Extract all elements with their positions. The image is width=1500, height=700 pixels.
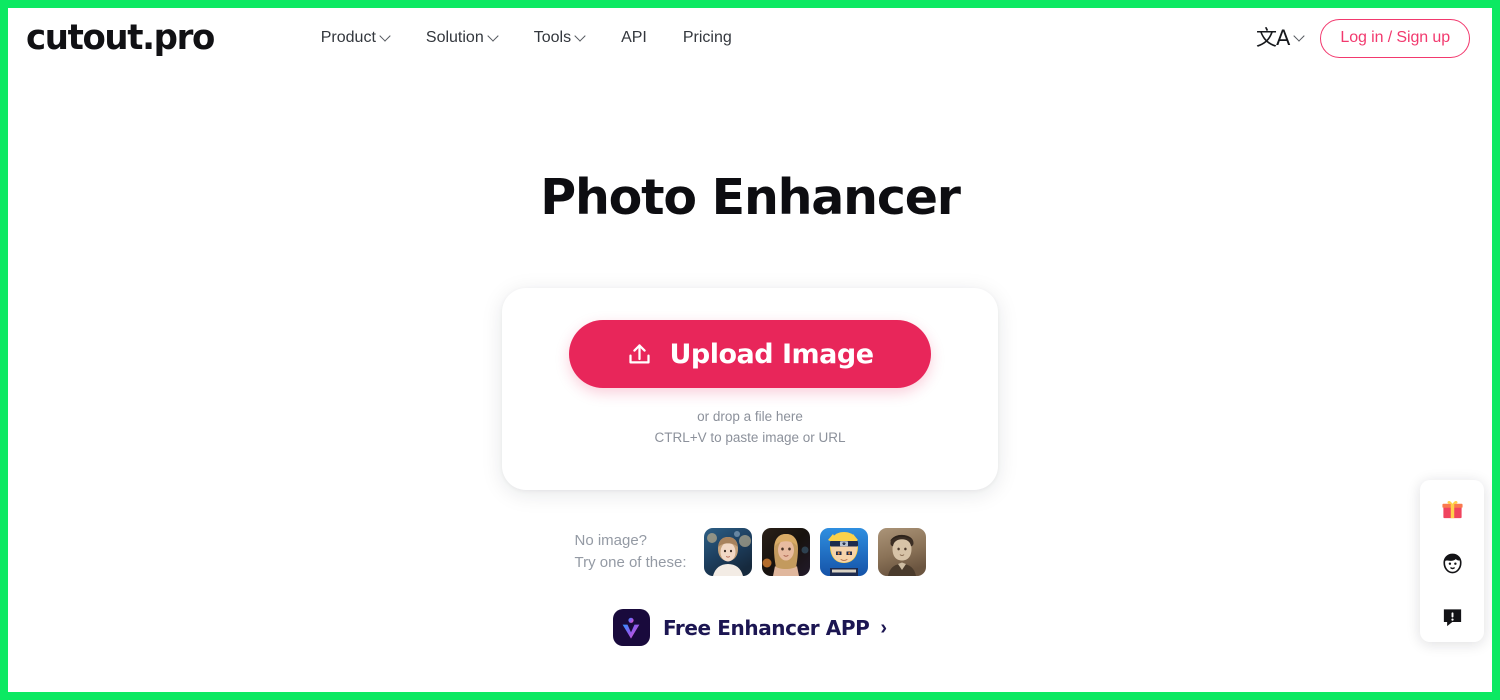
dropzone-hint-line1: or drop a file here — [697, 409, 803, 424]
page-title: Photo Enhancer — [540, 169, 961, 226]
header-actions: 文A Log in / Sign up — [1256, 18, 1470, 58]
sample-thumbnail-blonde-woman[interactable] — [761, 528, 810, 576]
sample-thumbnails — [703, 528, 926, 576]
nav-item-solution[interactable]: Solution — [408, 23, 516, 53]
main-content: Photo Enhancer Upload Image or drop a fi… — [8, 169, 1492, 646]
nav-item-label: Tools — [533, 29, 572, 46]
sample-label-line2: Try one of these: — [574, 554, 687, 571]
page-viewport: cutout.pro Product Solution Tools API Pr… — [8, 8, 1492, 692]
chevron-right-icon: › — [880, 616, 888, 639]
sample-images-row: No image? Try one of these: — [8, 528, 1492, 576]
chevron-down-icon — [381, 32, 390, 41]
sample-thumbnail-anime-character[interactable] — [819, 528, 868, 576]
chevron-down-icon — [489, 32, 498, 41]
sample-thumbnail-vintage-sepia[interactable] — [877, 528, 926, 576]
site-logo[interactable]: cutout.pro — [26, 20, 215, 56]
app-promo-label: Free Enhancer APP — [662, 615, 870, 640]
upload-icon — [626, 341, 653, 368]
upload-dropzone-card[interactable]: Upload Image or drop a file here CTRL+V … — [502, 288, 998, 490]
nav-item-api[interactable]: API — [603, 23, 665, 53]
nav-item-label: Solution — [425, 29, 484, 46]
language-switcher[interactable]: 文A — [1256, 25, 1304, 50]
sample-thumbnail-girl-bokeh[interactable] — [703, 528, 752, 576]
dropzone-hint-line2: CTRL+V to paste image or URL — [654, 430, 846, 445]
face-icon[interactable] — [1437, 548, 1467, 578]
nav-item-pricing[interactable]: Pricing — [665, 23, 750, 53]
translate-icon: 文A — [1256, 25, 1290, 50]
floating-action-panel — [1420, 480, 1484, 642]
nav-item-label: Pricing — [682, 29, 732, 46]
sample-label-line1: No image? — [574, 532, 648, 549]
nav-item-tools[interactable]: Tools — [516, 23, 603, 53]
nav-item-label: API — [621, 29, 647, 46]
login-signup-button[interactable]: Log in / Sign up — [1320, 18, 1470, 58]
chevron-down-icon — [1295, 32, 1304, 41]
sample-images-label: No image? Try one of these: — [574, 530, 686, 574]
gift-icon[interactable] — [1437, 494, 1467, 524]
site-header: cutout.pro Product Solution Tools API Pr… — [8, 8, 1492, 68]
main-navigation: Product Solution Tools API Pricing — [303, 23, 750, 53]
upload-button-label: Upload Image — [669, 338, 874, 370]
chevron-down-icon — [576, 32, 585, 41]
feedback-icon[interactable] — [1437, 602, 1467, 632]
upload-image-button[interactable]: Upload Image — [569, 320, 931, 388]
dropzone-hint: or drop a file here CTRL+V to paste imag… — [655, 406, 846, 448]
nav-item-label: Product — [320, 29, 376, 46]
app-logo-icon — [612, 609, 650, 646]
nav-item-product[interactable]: Product — [303, 23, 408, 53]
free-enhancer-app-link[interactable]: Free Enhancer APP › — [612, 609, 888, 646]
